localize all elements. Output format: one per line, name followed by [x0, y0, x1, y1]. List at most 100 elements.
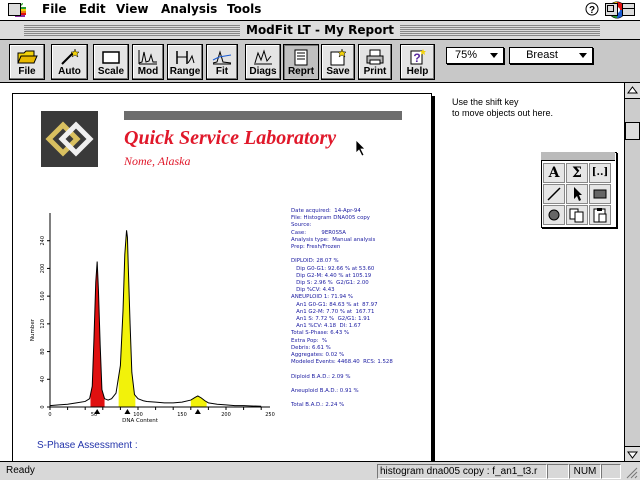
header-rule — [124, 111, 402, 120]
zoom-select-value: 75% — [454, 49, 478, 61]
results-line: Analysis type: Manual analysis — [291, 236, 376, 243]
status-ready: Ready — [6, 465, 35, 476]
results-line: An1 G2-M: 7.70 % at 167.71 — [291, 308, 375, 315]
x-tick-label: 0 — [48, 412, 51, 418]
resize-grip-icon[interactable] — [624, 465, 638, 479]
scale-frame-icon — [102, 51, 120, 64]
copy-tool-icon[interactable] — [566, 205, 588, 225]
range-icon — [176, 51, 195, 64]
y-tick-label: 240 — [40, 236, 46, 246]
save-icon — [330, 48, 347, 66]
range-button-label: Range — [169, 66, 201, 77]
results-line: An1 G0-G1: 84.63 % at 87.97 — [291, 301, 378, 308]
lab-logo[interactable] — [41, 111, 98, 167]
tool-palette-title-bar[interactable] — [541, 152, 615, 161]
y-tick-label: 200 — [40, 264, 46, 274]
scale-button[interactable]: Scale — [93, 44, 129, 80]
report-button[interactable]: Reprt — [283, 44, 319, 80]
bracket-tool-icon[interactable]: [..] — [589, 163, 611, 183]
offpage-note-line-1: Use the shift key — [452, 97, 519, 107]
results-line: DIPLOID: 28.07 % — [291, 258, 339, 265]
tissue-select-value: Breast — [526, 49, 558, 61]
results-line: Debris: 6.61 % — [291, 344, 331, 351]
menu-file[interactable]: File — [42, 2, 67, 16]
save-button[interactable]: Save — [321, 44, 355, 80]
results-line: Dip S: 2.96 % G2/G1: 2.00 — [291, 280, 369, 287]
results-line: File: Histogram DNA005 copy — [291, 215, 370, 222]
arrow-up-icon — [627, 86, 638, 94]
scroll-down-button[interactable] — [625, 446, 640, 462]
text-tool-icon[interactable]: A — [543, 163, 565, 183]
status-num: NUM — [569, 464, 601, 479]
sum-tool-icon[interactable]: Σ — [566, 163, 588, 183]
status-pane-empty — [547, 464, 569, 479]
x-tick-label: 200 — [221, 412, 231, 418]
results-line: Modeled Events: 4468.40 RCS: 1.528 — [291, 359, 393, 366]
diags-button[interactable]: Diags — [245, 44, 281, 80]
peak-fill-yellow — [190, 395, 207, 407]
dna-histogram-chart[interactable]: 0 50 100 150 200 25004080120160200240DNA Cont… — [20, 205, 280, 430]
pointer-tool-icon[interactable] — [566, 184, 588, 204]
save-button-label: Save — [326, 66, 350, 77]
close-box-icon[interactable] — [8, 3, 21, 16]
chevron-down-icon — [579, 53, 587, 58]
printer-icon — [366, 49, 384, 65]
mod-button-label: Mod — [137, 66, 159, 77]
results-line: Extra Pop: % — [291, 337, 328, 344]
help-balloon-icon[interactable]: ? — [584, 2, 600, 18]
results-line: Diploid B.A.D.: 2.09 % — [291, 373, 351, 380]
range-button[interactable]: Range — [167, 44, 203, 80]
results-line: Case: 9ER0S5A — [291, 229, 346, 236]
results-line: Prep: Fresh/Frozen — [291, 244, 341, 251]
y-axis-label: Number — [30, 318, 36, 341]
print-button[interactable]: Print — [358, 44, 392, 80]
lab-location[interactable]: Nome, Alaska — [124, 154, 190, 169]
results-line: Aggregates: 0.02 % — [291, 352, 345, 359]
oval-tool-icon[interactable] — [543, 205, 565, 225]
diagnostics-icon — [254, 49, 272, 65]
menu-edit[interactable]: Edit — [79, 2, 106, 16]
scroll-up-button[interactable] — [625, 83, 640, 99]
paste-tool-icon[interactable] — [589, 205, 611, 225]
results-line: Dip %CV: 4.43 — [291, 287, 335, 294]
menu-tools[interactable]: Tools — [227, 2, 261, 16]
help-button[interactable]: ? Help — [400, 44, 435, 80]
results-line: Total B.A.D.: 2.24 % — [291, 402, 345, 409]
window-title-wrap: ModFit LT - My Report — [0, 21, 640, 39]
file-button[interactable]: File — [9, 44, 45, 80]
line-tool-icon[interactable] — [543, 184, 565, 204]
y-tick-label: 80 — [40, 348, 46, 354]
menu-analysis[interactable]: Analysis — [161, 2, 217, 16]
fit-curve-icon — [212, 50, 232, 65]
mod-button[interactable]: Mod — [132, 44, 164, 80]
collapse-box-icon[interactable] — [622, 3, 635, 16]
histogram-line — [49, 230, 262, 407]
menu-view[interactable]: View — [116, 2, 148, 16]
auto-button[interactable]: Auto — [51, 44, 88, 80]
fit-button[interactable]: Fit — [206, 44, 238, 80]
tissue-select[interactable]: Breast — [509, 47, 593, 64]
results-line: Dip G0-G1: 92.66 % at 53.60 — [291, 265, 375, 272]
mouse-cursor-icon — [355, 139, 366, 157]
offpage-note-line-2: to move objects out here. — [452, 108, 554, 118]
x-tick-label: 150 — [177, 412, 187, 418]
zoom-box-icon[interactable] — [605, 3, 618, 16]
results-line — [291, 381, 441, 388]
svg-text:?: ? — [413, 51, 420, 65]
results-line: An1 S: 7.72 % G2/G1: 1.91 — [291, 316, 371, 323]
results-line: Aneuploid B.A.D.: 0.91 % — [291, 388, 359, 395]
lab-name[interactable]: Quick Service Laboratory — [124, 127, 336, 150]
report-button-label: Reprt — [287, 66, 315, 77]
rectangle-tool-icon[interactable] — [589, 184, 611, 204]
offpage-note: Use the shift key to move objects out he… — [452, 97, 553, 119]
results-line: An1 %CV: 4.18 DI: 1.67 — [291, 323, 361, 330]
sphase-assessment-heading[interactable]: S-Phase Assessment : — [37, 440, 138, 451]
scale-button-label: Scale — [97, 66, 125, 77]
zoom-select[interactable]: 75% — [446, 47, 504, 64]
auto-button-label: Auto — [58, 66, 81, 77]
analysis-results-text[interactable]: Date acquired: 14-Apr-94 File: Histogram … — [291, 208, 441, 410]
scroll-thumb[interactable] — [625, 122, 640, 140]
window-title: ModFit LT - My Report — [240, 23, 400, 37]
open-folder-icon — [17, 50, 38, 64]
y-tick-label: 120 — [40, 319, 46, 329]
